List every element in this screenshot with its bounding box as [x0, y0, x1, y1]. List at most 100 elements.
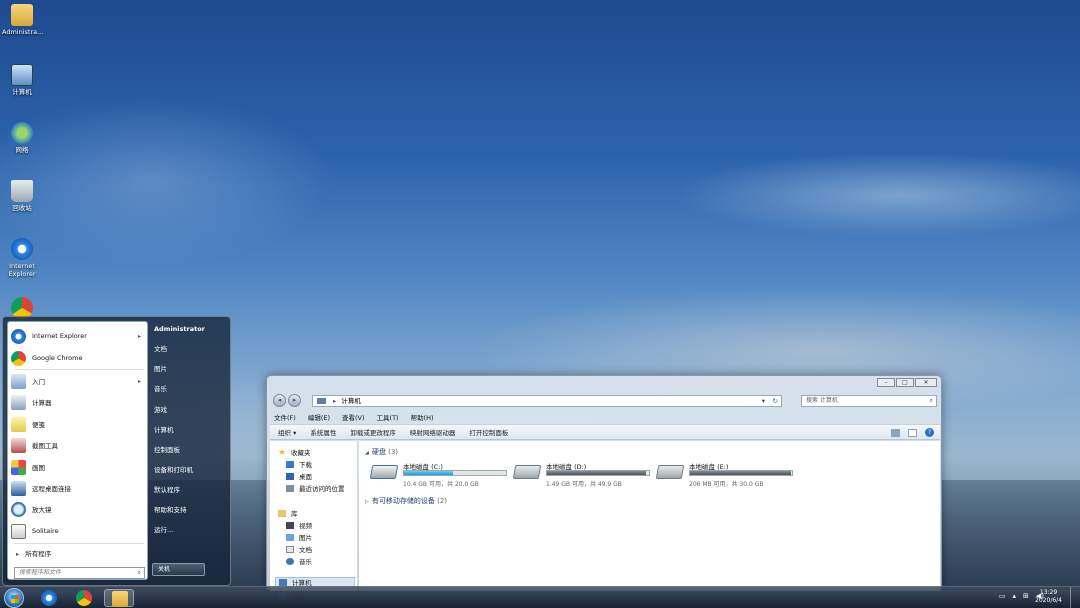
map-network-drive-button[interactable]: 映射网络驱动器 — [410, 427, 456, 437]
menu-help[interactable]: 帮助(H) — [411, 412, 434, 422]
breadcrumb[interactable]: 计算机 — [341, 397, 361, 405]
desktop-icon-recycle-bin[interactable]: 回收站 — [2, 180, 42, 212]
group-hard-disks[interactable]: ◢ 硬盘 (3) — [365, 447, 398, 457]
view-options-icon[interactable] — [891, 428, 900, 437]
uninstall-program-button[interactable]: 卸载或更改程序 — [350, 427, 396, 437]
help-icon[interactable]: ? — [925, 428, 934, 437]
shutdown-button[interactable]: 关机 — [152, 563, 205, 576]
clock[interactable]: 13:29 2020/6/4 — [1035, 589, 1062, 605]
refresh-icon[interactable]: ↻ — [773, 396, 778, 406]
chrome-icon — [11, 350, 26, 366]
nav-label: 图片 — [299, 534, 312, 542]
start-item-label: 放大镜 — [32, 506, 52, 514]
sticky-notes-icon — [11, 416, 26, 432]
menu-edit[interactable]: 编辑(E) — [308, 412, 330, 422]
start-right-user[interactable]: Administrator — [154, 321, 228, 337]
organize-button[interactable]: 组织 ▾ — [278, 427, 296, 437]
start-button[interactable] — [4, 588, 24, 608]
network-status-icon[interactable]: ⊞ — [1023, 592, 1029, 600]
taskbar-internet-explorer[interactable] — [34, 589, 64, 607]
start-item-label: 入门 — [32, 378, 45, 386]
desktop-icon-label: Internet Explorer — [8, 262, 36, 278]
show-desktop-button[interactable] — [1070, 587, 1080, 608]
command-bar: 组织 ▾ 系统属性 卸载或更改程序 映射网络驱动器 打开控制面板 ? — [270, 424, 940, 440]
start-item-getting-started[interactable]: 入门 ▸ — [11, 371, 145, 391]
nav-favorites[interactable]: 收藏夹 — [278, 447, 311, 457]
start-item-label: 便笺 — [32, 421, 45, 429]
start-right-default-programs[interactable]: 默认程序 — [154, 482, 228, 498]
start-right-games[interactable]: 游戏 — [154, 402, 228, 418]
drive-usage-fill — [547, 471, 646, 475]
drive-d[interactable]: 本地磁盘 (D:) 1.49 GB 可用，共 49.9 GB — [512, 461, 654, 489]
chevron-down-icon[interactable]: ▾ — [762, 396, 765, 406]
expand-arrow-icon: ▷ — [365, 499, 369, 505]
group-removable-storage[interactable]: ▷ 有可移动存储的设备 (2) — [365, 496, 447, 506]
desktop-icon-network[interactable]: 网络 — [2, 122, 42, 154]
start-item-calculator[interactable]: 计算器 — [11, 392, 145, 412]
taskbar-windows-explorer[interactable] — [104, 589, 134, 607]
folder-icon — [112, 591, 128, 607]
address-bar[interactable]: ▸ 计算机 ▾ ↻ — [312, 395, 782, 407]
start-item-internet-explorer[interactable]: Internet Explorer ▸ — [11, 326, 145, 346]
desktop-icon-user-folder[interactable]: Administra... — [2, 4, 43, 36]
start-right-control-panel[interactable]: 控制面板 — [154, 442, 228, 458]
desktop-icon-label: 计算机 — [12, 88, 32, 96]
close-button[interactable]: ✕ — [915, 378, 937, 387]
minimize-button[interactable]: – — [877, 378, 895, 387]
keyboard-icon[interactable]: ▭ — [999, 592, 1006, 600]
forward-button[interactable]: ▸ — [288, 394, 301, 407]
menu-view[interactable]: 查看(V) — [342, 412, 365, 422]
desktop-icon-computer[interactable]: 计算机 — [2, 64, 42, 96]
start-item-paint[interactable]: 画图 — [11, 457, 145, 477]
start-right-music[interactable]: 音乐 — [154, 381, 228, 397]
start-right-help[interactable]: 帮助和支持 — [154, 502, 228, 518]
start-item-sticky-notes[interactable]: 便笺 — [11, 414, 145, 434]
start-item-snipping-tool[interactable]: 截图工具 — [11, 435, 145, 455]
start-item-magnifier[interactable]: 放大镜 — [11, 499, 145, 519]
nav-libraries[interactable]: 库 — [278, 508, 298, 518]
drive-c[interactable]: 本地磁盘 (C:) 10.4 GB 可用，共 20.0 GB — [369, 461, 511, 489]
magnifier-icon — [11, 501, 26, 517]
desktop-icon-internet-explorer[interactable]: Internet Explorer — [2, 238, 42, 278]
start-right-documents[interactable]: 文档 — [154, 341, 228, 357]
hard-drive-icon — [512, 465, 542, 479]
nav-documents[interactable]: 文档 — [286, 544, 312, 554]
preview-pane-icon[interactable] — [908, 428, 917, 437]
nav-label: 最近访问的位置 — [299, 485, 345, 493]
solitaire-icon — [11, 523, 26, 539]
menu-file[interactable]: 文件(F) — [274, 412, 296, 422]
toolbar-right: ? — [891, 428, 934, 437]
nav-downloads[interactable]: 下载 — [286, 459, 312, 469]
start-right-devices-printers[interactable]: 设备和打印机 — [154, 462, 228, 478]
nav-music[interactable]: 音乐 — [286, 556, 312, 566]
expand-arrow-icon: ▸ — [16, 550, 20, 558]
nav-videos[interactable]: 视频 — [286, 520, 312, 530]
start-search-input[interactable]: 搜索程序和文件 ⌕ — [14, 567, 145, 579]
drive-e[interactable]: 本地磁盘 (E:) 206 MB 可用，共 30.0 GB — [655, 461, 797, 489]
search-input[interactable]: 搜索 计算机 ⌕ — [801, 395, 937, 407]
start-item-remote-desktop[interactable]: 远程桌面连接 — [11, 478, 145, 498]
maximize-button[interactable]: □ — [896, 378, 914, 387]
clock-time: 13:29 — [1039, 589, 1058, 596]
calculator-icon — [11, 394, 26, 410]
nav-recent-places[interactable]: 最近访问的位置 — [286, 483, 345, 493]
start-right-computer[interactable]: 计算机 — [154, 422, 228, 438]
drive-size: 206 MB 可用，共 30.0 GB — [689, 481, 764, 488]
downloads-icon — [286, 460, 294, 468]
menu-tools[interactable]: 工具(T) — [377, 412, 399, 422]
start-right-run[interactable]: 运行... — [154, 522, 228, 538]
start-right-pictures[interactable]: 图片 — [154, 361, 228, 377]
all-programs-button[interactable]: ▸ 所有程序 — [16, 548, 51, 558]
nav-desktop[interactable]: 桌面 — [286, 471, 312, 481]
nav-pictures[interactable]: 图片 — [286, 532, 312, 542]
system-properties-button[interactable]: 系统属性 — [310, 427, 336, 437]
start-item-solitaire[interactable]: Solitaire — [11, 521, 145, 541]
start-item-google-chrome[interactable]: Google Chrome — [11, 348, 145, 368]
show-hidden-icons-icon[interactable]: ▴ — [1012, 592, 1016, 600]
drive-usage-fill — [404, 471, 453, 475]
open-control-panel-button[interactable]: 打开控制面板 — [469, 427, 508, 437]
ie-icon — [11, 238, 33, 260]
taskbar-google-chrome[interactable] — [69, 589, 99, 607]
library-icon — [278, 509, 286, 517]
back-button[interactable]: ◂ — [273, 394, 286, 407]
